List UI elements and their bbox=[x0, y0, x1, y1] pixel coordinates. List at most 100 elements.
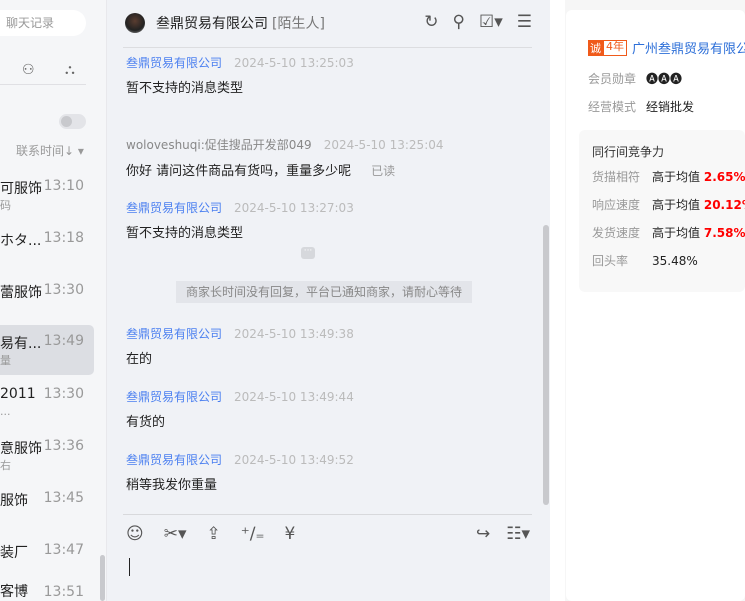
contacts-icon[interactable]: ⚇ bbox=[22, 62, 35, 78]
conversation-time: 13:18 bbox=[43, 230, 84, 246]
refresh-icon[interactable]: ↻ bbox=[424, 12, 438, 32]
message: 叁鼎贸易有限公司 2024-5-10 13:49:44 有货的 bbox=[126, 388, 354, 433]
mode-label: 经营模式 bbox=[588, 100, 637, 114]
add-contact-icon[interactable]: ⚲ bbox=[453, 12, 465, 32]
conversation-name: 客博 bbox=[0, 584, 28, 600]
metric-label: 响应速度 bbox=[592, 198, 641, 212]
conversation-item[interactable]: 可服饰 13:10 码 bbox=[0, 175, 94, 225]
conversation-time: 13:49 bbox=[43, 333, 84, 349]
read-status: 已读 bbox=[371, 164, 396, 178]
medal-label: 会员勋章 bbox=[588, 72, 637, 86]
upload-file-icon[interactable]: ⇪ bbox=[207, 524, 221, 544]
divider bbox=[0, 84, 86, 85]
years-label: 4年 bbox=[603, 40, 627, 56]
conversation-time: 13:45 bbox=[43, 490, 84, 506]
chat-title: 叁鼎贸易有限公司 bbox=[156, 16, 268, 32]
message-sender[interactable]: 叁鼎贸易有限公司 bbox=[126, 201, 222, 215]
message-text: 暂不支持的消息类型 bbox=[126, 81, 244, 96]
conversation-time: 13:47 bbox=[43, 542, 84, 558]
trust-badge: 诚 4年 bbox=[588, 40, 627, 56]
conversation-name: 装厂 bbox=[0, 545, 28, 561]
message-text: 你好 请问这件商品有货吗，重量多少呢 bbox=[126, 164, 352, 179]
screenshot-scissors-icon[interactable]: ✂▾ bbox=[164, 524, 187, 544]
message-sender[interactable]: 叁鼎贸易有限公司 bbox=[126, 390, 222, 404]
conversation-item-selected[interactable]: 易有... 13:49 量 bbox=[0, 325, 94, 375]
avatar[interactable] bbox=[125, 13, 145, 33]
message-time: 2024-5-10 13:49:52 bbox=[234, 453, 354, 467]
metric-value: 7.58% ↑ bbox=[703, 226, 745, 240]
message-text: 有货的 bbox=[126, 415, 166, 430]
message-text: 在的 bbox=[126, 352, 153, 367]
conversation-preview: ... bbox=[0, 405, 11, 418]
shop-info-panel: 诚4年 广州叁鼎贸易有限公司 会员勋章 🅐🅐🅐 经营模式经销批发 同行间竞争力 货… bbox=[565, 0, 745, 601]
quick-reply-icon[interactable]: ☷▾ bbox=[506, 524, 530, 544]
conversation-item[interactable]: 装厂 13:47 bbox=[0, 539, 94, 583]
conversation-item[interactable]: 意服饰 13:36 右 bbox=[0, 435, 94, 485]
conversation-item[interactable]: 服饰 13:45 bbox=[0, 487, 94, 537]
message-sender[interactable]: 叁鼎贸易有限公司 bbox=[126, 453, 222, 467]
sidebar-scrollbar[interactable] bbox=[100, 555, 105, 601]
conversation-name: 服饰 bbox=[0, 493, 28, 509]
message-sender[interactable]: 叁鼎贸易有限公司 bbox=[126, 327, 222, 341]
message-time: 2024-5-10 13:27:03 bbox=[234, 201, 354, 215]
share-icon[interactable]: ↪ bbox=[476, 524, 490, 544]
stranger-tag: [陌生人] bbox=[272, 16, 325, 32]
conversation-name: ホタ... bbox=[0, 233, 42, 249]
chat-header: 叁鼎贸易有限公司 [陌生人] bbox=[125, 12, 325, 34]
repeat-rate-row: 回头率 35.48% bbox=[592, 252, 698, 269]
chat-scrollbar[interactable] bbox=[543, 225, 549, 505]
conversation-time: 13:30 bbox=[43, 386, 84, 402]
conversation-item[interactable]: 蕾服饰 13:30 bbox=[0, 279, 94, 329]
metric-row: 发货速度高于均值 7.58% ↑ bbox=[592, 224, 745, 241]
metric-label: 货描相符 bbox=[592, 170, 641, 184]
message: woloveshuqi:促佳搜品开发部049 2024-5-10 13:25:04… bbox=[126, 136, 444, 182]
message: 叁鼎贸易有限公司 2024-5-10 13:27:03 暂不支持的消息类型 bbox=[126, 199, 354, 244]
sort-dropdown[interactable]: 联系时间↓ ▾ bbox=[16, 142, 84, 159]
filter-toggle[interactable] bbox=[59, 114, 86, 129]
trust-icon: 诚 bbox=[588, 40, 603, 56]
org-tree-icon[interactable]: ⛬ bbox=[65, 62, 75, 78]
divider bbox=[123, 514, 532, 515]
message-sender: woloveshuqi:促佳搜品开发部049 bbox=[126, 138, 312, 152]
competition-box: 同行间竞争力 货描相符高于均值 2.65% ↑ 响应速度高于均值 20.12% … bbox=[579, 130, 745, 292]
conversation-time: 13:30 bbox=[43, 282, 84, 298]
add-task-icon[interactable]: ☑▾ bbox=[479, 12, 503, 32]
conversation-item[interactable]: ホタ... 13:18 bbox=[0, 227, 94, 277]
repeat-label: 回头率 bbox=[592, 254, 629, 268]
repeat-value: 35.48% bbox=[652, 254, 698, 268]
medal-row: 会员勋章 🅐🅐🅐 bbox=[588, 70, 682, 87]
shop-name-link[interactable]: 广州叁鼎贸易有限公司 bbox=[632, 38, 745, 57]
message: 叁鼎贸易有限公司 2024-5-10 13:49:52 稍等我发你重量 bbox=[126, 451, 354, 496]
conversation-item[interactable]: 2011 13:30... bbox=[0, 383, 94, 433]
conversation-item[interactable]: 客博 13:51 bbox=[0, 584, 94, 601]
message-time: 2024-5-10 13:49:38 bbox=[234, 327, 354, 341]
calculator-icon[interactable]: ⁺∕₌ bbox=[241, 524, 265, 544]
metric-row: 响应速度高于均值 20.12% ↑ bbox=[592, 196, 745, 213]
metric-desc: 高于均值 bbox=[652, 198, 701, 212]
message-text: 暂不支持的消息类型 bbox=[126, 226, 244, 241]
conversation-time: 13:51 bbox=[43, 584, 84, 600]
message-time: 2024-5-10 13:25:03 bbox=[234, 56, 354, 70]
conversation-preview: 右 bbox=[0, 459, 11, 472]
emoji-icon[interactable]: ☺ bbox=[126, 524, 144, 544]
more-options-icon[interactable]: ··· bbox=[301, 247, 315, 259]
menu-icon[interactable]: ☰ bbox=[517, 12, 532, 32]
medal-icons: 🅐🅐🅐 bbox=[646, 72, 683, 86]
metric-value: 2.65% ↑ bbox=[703, 170, 745, 184]
conversation-preview: 码 bbox=[0, 199, 11, 212]
conversation-name: 意服饰 bbox=[0, 441, 42, 457]
message-text: 稍等我发你重量 bbox=[126, 478, 218, 493]
conversation-name: 可服饰 bbox=[0, 181, 42, 197]
competition-title: 同行间竞争力 bbox=[592, 145, 665, 159]
message: 叁鼎贸易有限公司 2024-5-10 13:49:38 在的 bbox=[126, 325, 354, 370]
conversation-preview: 量 bbox=[0, 354, 11, 367]
message-input[interactable] bbox=[129, 558, 130, 576]
message-time: 2024-5-10 13:25:04 bbox=[323, 138, 444, 152]
metric-desc: 高于均值 bbox=[652, 226, 701, 240]
message: 叁鼎贸易有限公司 2024-5-10 13:25:03 暂不支持的消息类型 bbox=[126, 54, 354, 99]
mode-row: 经营模式 经销批发 bbox=[588, 98, 694, 115]
search-history-input[interactable]: 聊天记录 bbox=[0, 10, 86, 36]
message-sender[interactable]: 叁鼎贸易有限公司 bbox=[126, 56, 222, 70]
metric-row: 货描相符高于均值 2.65% ↑ bbox=[592, 168, 745, 185]
payment-icon[interactable]: ¥ bbox=[284, 524, 295, 544]
